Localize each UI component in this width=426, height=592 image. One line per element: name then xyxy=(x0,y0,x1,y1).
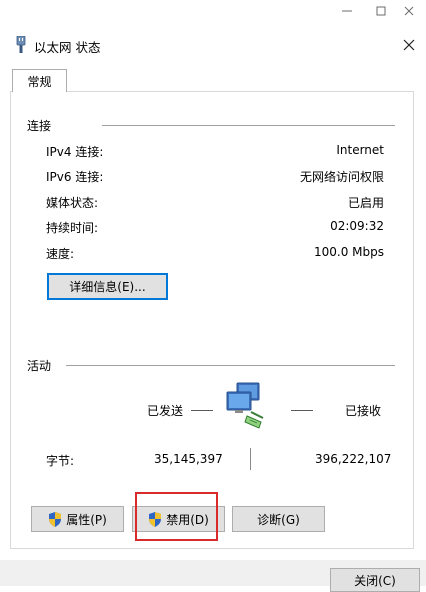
activity-divider xyxy=(66,365,395,366)
properties-button-label: 属性(P) xyxy=(66,512,107,527)
sent-label: 已发送 xyxy=(147,404,184,418)
window-close-button[interactable] xyxy=(392,0,426,22)
bytes-received-value: 396,222,107 xyxy=(315,452,392,466)
uac-shield-icon xyxy=(48,511,62,527)
speed-label: 速度: xyxy=(46,247,75,261)
details-button[interactable]: 详细信息(E)... xyxy=(47,273,168,300)
ipv4-value: Internet xyxy=(336,143,384,157)
dialog-close-button[interactable] xyxy=(400,36,418,54)
dialog-close-icon xyxy=(403,39,415,51)
window-close-icon xyxy=(404,6,414,16)
connection-divider xyxy=(102,125,395,126)
ipv6-value: 无网络访问权限 xyxy=(299,170,384,184)
bytes-label: 字节: xyxy=(46,454,75,468)
minimize-button[interactable] xyxy=(330,0,364,22)
speed-value: 100.0 Mbps xyxy=(313,245,384,259)
close-button[interactable]: 关闭(C) xyxy=(330,568,420,592)
duration-value: 02:09:32 xyxy=(330,219,384,233)
ipv6-label: IPv6 连接: xyxy=(46,170,104,184)
dialog-title: 以太网 状态 xyxy=(34,40,101,55)
media-state-value: 已启用 xyxy=(347,196,384,210)
sent-dash xyxy=(191,410,213,411)
minimize-icon xyxy=(342,10,352,12)
highlight-box xyxy=(135,492,218,541)
bytes-sent-value: 35,145,397 xyxy=(154,452,223,466)
connection-group-label: 连接 xyxy=(27,119,52,133)
received-dash xyxy=(291,410,313,411)
ethernet-plug-icon xyxy=(14,35,28,54)
diagnose-button[interactable]: 诊断(G) xyxy=(232,506,325,532)
activity-group-label: 活动 xyxy=(27,359,52,373)
media-state-label: 媒体状态: xyxy=(46,196,99,210)
duration-label: 持续时间: xyxy=(46,221,99,235)
ipv4-label: IPv4 连接: xyxy=(46,145,104,159)
bytes-separator xyxy=(250,448,251,470)
received-label: 已接收 xyxy=(345,404,382,418)
network-computers-icon xyxy=(223,380,271,430)
tab-general[interactable]: 常规 xyxy=(12,69,67,92)
maximize-icon xyxy=(376,6,386,16)
properties-button[interactable]: 属性(P) xyxy=(31,506,124,532)
